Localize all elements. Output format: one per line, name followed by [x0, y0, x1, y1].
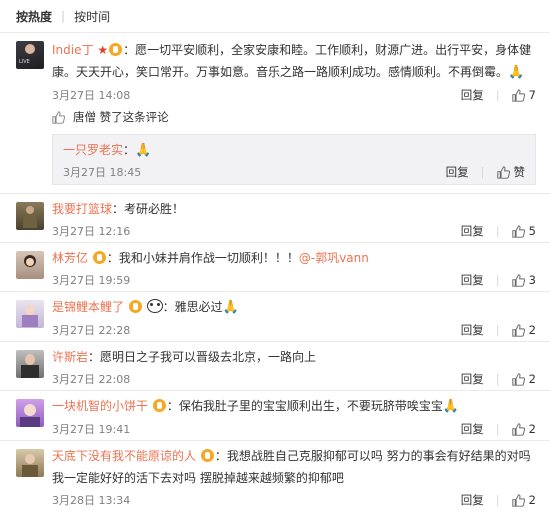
sort-by-time-tab[interactable]: 按时间	[74, 8, 110, 25]
comment-text: ：愿明日之子我可以晋级去北京，一路向上	[88, 350, 317, 364]
avatar[interactable]: LIVE	[16, 41, 44, 69]
like-button[interactable]: 2	[511, 422, 536, 436]
reply-button[interactable]: 回复	[446, 164, 469, 180]
comment-username[interactable]: 一只罗老实	[63, 143, 123, 157]
comment-time: 3月27日 18:45	[63, 166, 142, 179]
thumbs-up-icon	[511, 88, 525, 102]
comment-text: ：考研必胜！	[112, 202, 185, 216]
reply-button[interactable]: 回复	[461, 322, 484, 338]
like-button[interactable]: 赞	[496, 164, 526, 180]
avatar[interactable]	[16, 202, 44, 230]
sort-divider: |	[61, 9, 66, 23]
pray-emoji-icon: 🙏	[442, 399, 460, 414]
comment-time: 3月27日 22:28	[52, 324, 131, 337]
like-count: 2	[528, 422, 536, 436]
reply-button[interactable]: 回复	[461, 371, 484, 387]
like-button[interactable]: 2	[511, 372, 536, 386]
comment-text: ：雅思必过	[162, 300, 223, 314]
like-count: 2	[528, 372, 536, 386]
comment-item: 一块机智的小饼干 ：保佑我肚子里的宝宝顺利出生，不要玩脐带唉宝宝🙏 3月27日 …	[0, 390, 550, 440]
sort-bar: 按热度 | 按时间	[0, 0, 550, 32]
member-badge-icon	[92, 251, 106, 264]
avatar[interactable]	[16, 251, 44, 279]
avatar[interactable]	[16, 300, 44, 328]
like-button[interactable]: 7	[511, 88, 536, 102]
comment-item: 许斯岩：愿明日之子我可以晋级去北京，一路向上 3月27日 22:08 回复 | …	[0, 341, 550, 390]
pray-emoji-icon: 🙏	[508, 65, 525, 80]
comment-time: 3月27日 14:08	[52, 89, 131, 102]
thumbs-up-icon	[52, 110, 65, 124]
comment-username[interactable]: 天底下没有我不能原谅的人	[52, 449, 196, 463]
comment-time: 3月27日 22:08	[52, 373, 131, 386]
member-badge-icon	[200, 449, 214, 462]
reply-button[interactable]: 回复	[461, 272, 484, 288]
comment-time: 3月27日 12:16	[52, 225, 131, 238]
like-button[interactable]: 3	[511, 273, 536, 287]
like-count: 2	[528, 323, 536, 337]
sort-by-hot-tab[interactable]: 按热度	[16, 8, 52, 25]
sub-comment: 一只罗老实：🙏 3月27日 18:45 回复 | 赞	[52, 134, 536, 185]
reply-button[interactable]: 回复	[461, 421, 484, 437]
thumbs-up-icon	[511, 323, 525, 337]
liked-by-row: 唐僧 赞了这条评论	[52, 106, 536, 128]
thumbs-up-icon	[496, 165, 510, 179]
comment-username[interactable]: 许斯岩	[52, 350, 88, 364]
liked-by-text: 唐僧 赞了这条评论	[73, 110, 169, 124]
avatar[interactable]	[16, 399, 44, 427]
user-mention-link[interactable]: @-郭巩vann	[299, 251, 369, 265]
comment-time: 3月28日 13:34	[52, 494, 131, 507]
reply-button[interactable]: 回复	[461, 223, 484, 239]
comment-text: ：我和小妹并肩作战一切顺利！！！	[106, 251, 299, 265]
like-count: 2	[528, 493, 536, 507]
pray-emoji-icon: 🙏	[222, 300, 239, 315]
like-button[interactable]: 2	[511, 493, 536, 507]
comment-username[interactable]: Indie丁	[52, 43, 93, 57]
comment-text: ：愿一切平安顺利，全家安康和睦。工作顺利，财源广进。出行平安，身体健康。天天开心…	[52, 43, 532, 79]
comment-time: 3月27日 19:59	[52, 274, 131, 287]
comment-text: ：保佑我肚子里的宝宝顺利出生，不要玩脐带唉宝宝	[166, 399, 443, 413]
like-label: 赞	[513, 165, 526, 179]
comment-item: 我要打篮球：考研必胜！ 3月27日 12:16 回复 | 5	[0, 193, 550, 242]
like-count: 7	[528, 88, 536, 102]
thumbs-up-icon	[511, 372, 525, 386]
comment-username[interactable]: 一块机智的小饼干	[52, 399, 148, 413]
reply-button[interactable]: 回复	[461, 492, 484, 508]
thumbs-up-icon	[511, 273, 525, 287]
comment-item: 天底下没有我不能原谅的人 ：我想战胜自己克服抑郁可以吗 努力的事会有好结果的对吗…	[0, 440, 550, 511]
comment-username[interactable]: 是锦鲤本鲤了	[52, 300, 124, 314]
comment-item: 林芳亿 ：我和小妹并肩作战一切顺利！！！@-郭巩vann 3月27日 19:59…	[0, 242, 550, 291]
comment-username[interactable]: 我要打篮球	[52, 202, 112, 216]
comment-username[interactable]: 林芳亿	[52, 251, 88, 265]
reply-button[interactable]: 回复	[461, 87, 484, 103]
like-button[interactable]: 2	[511, 323, 536, 337]
like-count: 3	[528, 273, 536, 287]
comment-item: 是锦鲤本鲤了 ：雅思必过🙏 3月27日 22:28 回复 | 2	[0, 291, 550, 341]
panda-icon	[146, 299, 163, 313]
thumbs-up-icon	[511, 422, 525, 436]
star-icon: ★	[97, 43, 109, 57]
comment-text: ：	[123, 143, 136, 157]
thumbs-up-icon	[511, 224, 525, 238]
comment-time: 3月27日 19:41	[52, 423, 131, 436]
member-badge-icon	[109, 43, 123, 56]
like-count: 5	[528, 224, 536, 238]
thumbs-up-icon	[511, 493, 525, 507]
avatar[interactable]	[16, 449, 44, 477]
member-badge-icon	[128, 300, 142, 313]
comment-item: LIVE Indie丁 ★ ：愿一切平安顺利，全家安康和睦。工作顺利，财源广进。出…	[0, 32, 550, 185]
member-badge-icon	[152, 399, 166, 412]
avatar[interactable]	[16, 350, 44, 378]
like-button[interactable]: 5	[511, 224, 536, 238]
pray-emoji-icon: 🙏	[135, 143, 152, 158]
